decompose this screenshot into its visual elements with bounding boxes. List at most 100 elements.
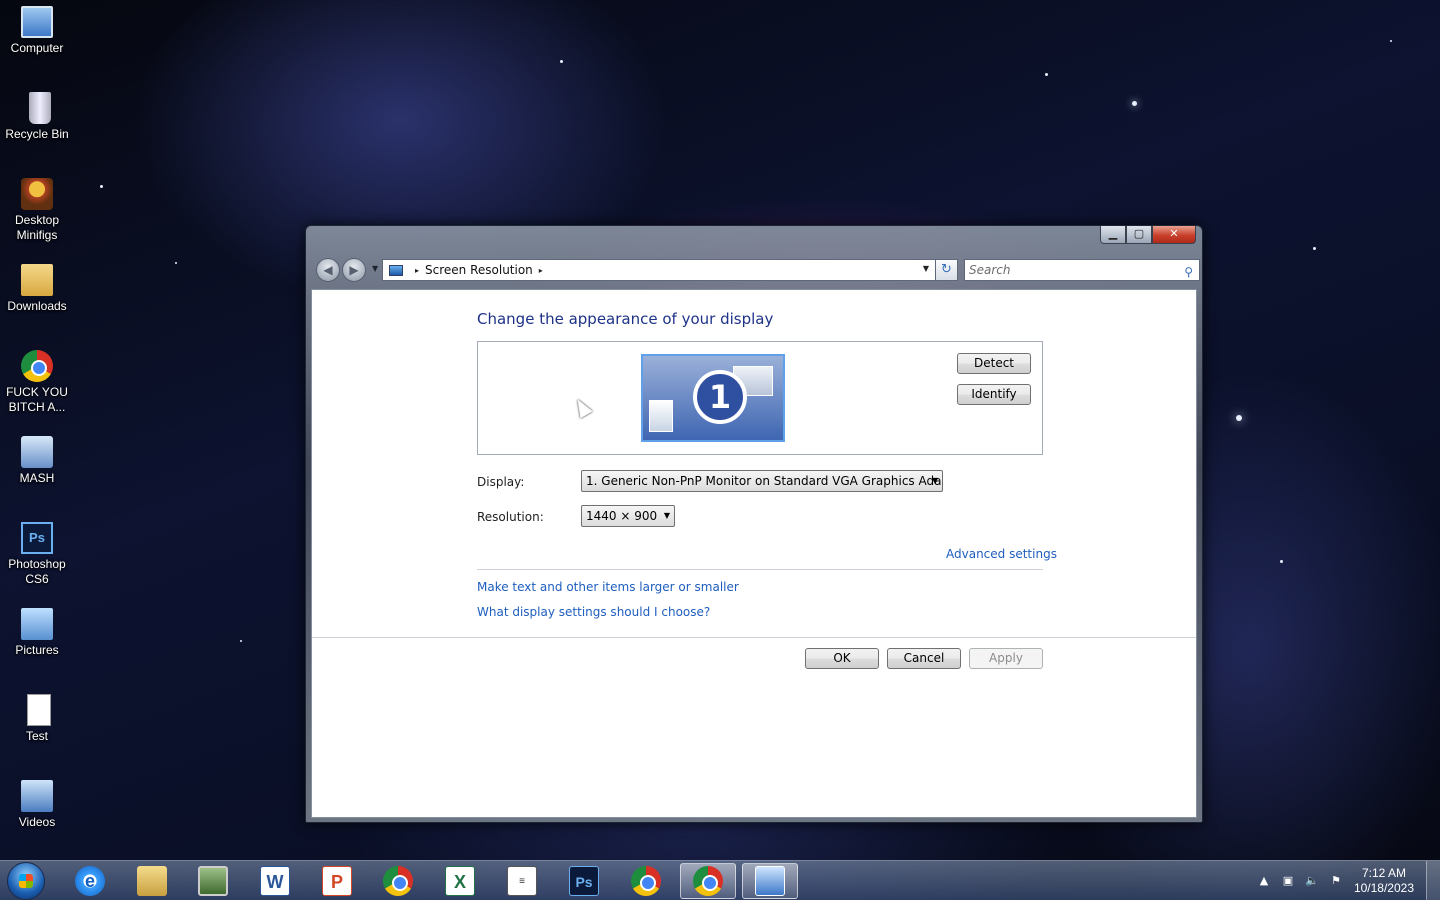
apply-button[interactable]: Apply xyxy=(969,648,1043,669)
maximize-button[interactable]: ▢ xyxy=(1126,226,1152,244)
navigation-bar: ◀ ▶ ▼ ▸ Screen Resolution ▸ ▼ ↻ Search ⚲ xyxy=(314,256,1200,284)
breadcrumb-separator-icon[interactable]: ▸ xyxy=(415,266,419,275)
forward-button[interactable]: ▶ xyxy=(342,258,366,282)
breadcrumb-separator-icon[interactable]: ▸ xyxy=(539,266,543,275)
control-panel-icon xyxy=(755,866,785,896)
search-placeholder: Search xyxy=(969,263,1011,277)
desktop-icon-mash[interactable]: MASH xyxy=(2,436,72,486)
photoshop-icon: Ps xyxy=(21,522,53,554)
taskbar-windows-explorer[interactable] xyxy=(124,863,180,899)
volume-muted-icon[interactable]: 🔈 xyxy=(1303,873,1321,889)
desktop-icon-label: Recycle Bin xyxy=(5,127,69,141)
minimize-button[interactable]: ▁ xyxy=(1100,226,1126,244)
start-button[interactable] xyxy=(7,862,45,900)
recent-pages-dropdown[interactable]: ▼ xyxy=(372,264,378,273)
taskbar-notepad[interactable]: ≡ xyxy=(494,863,550,899)
desktop-icon-label: Pictures xyxy=(15,643,59,657)
caption-buttons: ▁ ▢ ✕ xyxy=(1100,226,1196,244)
excel-icon: X xyxy=(445,866,475,896)
search-input[interactable]: Search ⚲ xyxy=(964,259,1200,281)
page-title: Change the appearance of your display xyxy=(477,310,774,328)
taskbar-word[interactable]: W xyxy=(247,863,303,899)
desktop-icon-photoshop[interactable]: Ps Photoshop CS6 xyxy=(2,522,72,587)
document-icon xyxy=(27,694,51,726)
cancel-button[interactable]: Cancel xyxy=(887,648,961,669)
taskbar-chrome-3[interactable] xyxy=(680,863,736,899)
taskbar: e W P X ≡ Ps ▲ ▣ 🔈 ⚑ 7:12 AM 10/18/2023 xyxy=(0,860,1440,900)
desktop-icon-label: Desktop Minifigs xyxy=(14,213,60,242)
desktop-icon-label: Computer xyxy=(10,41,64,55)
system-tray: ▲ ▣ 🔈 ⚑ 7:12 AM 10/18/2023 xyxy=(1252,861,1440,900)
advanced-settings-link[interactable]: Advanced settings xyxy=(946,547,1057,561)
minifigs-icon xyxy=(21,178,53,210)
chrome-icon xyxy=(631,866,661,896)
taskbar-chrome[interactable] xyxy=(370,863,426,899)
desktop-icon-label: FUCK YOU BITCH A... xyxy=(6,385,68,414)
refresh-button[interactable]: ↻ xyxy=(936,259,958,281)
star xyxy=(1313,247,1316,250)
computer-icon xyxy=(21,6,53,38)
monitor-1-icon[interactable]: 1 xyxy=(641,354,785,442)
taskbar-chrome-2[interactable] xyxy=(618,863,674,899)
downloads-folder-icon xyxy=(21,264,53,296)
detect-button[interactable]: Detect xyxy=(957,353,1031,374)
desktop-icon-minifigs[interactable]: Desktop Minifigs xyxy=(2,178,72,243)
divider xyxy=(477,569,1043,570)
action-center-flag-icon[interactable]: ⚑ xyxy=(1327,873,1345,889)
taskbar-excel[interactable]: X xyxy=(432,863,488,899)
display-select-value: 1. Generic Non-PnP Monitor on Standard V… xyxy=(586,474,943,488)
word-icon: W xyxy=(260,866,290,896)
desktop-icon-pictures[interactable]: Pictures xyxy=(2,608,72,658)
desktop-icon-label: Downloads xyxy=(7,299,67,313)
taskbar-control-panel[interactable] xyxy=(742,863,798,899)
star xyxy=(1045,73,1048,76)
desktop-icon-videos[interactable]: Videos xyxy=(2,780,72,830)
back-button[interactable]: ◀ xyxy=(316,258,340,282)
desktop-icon-label: Videos xyxy=(18,815,56,829)
breadcrumb-screen-resolution[interactable]: Screen Resolution xyxy=(425,263,533,277)
pictures-folder-icon xyxy=(21,608,53,640)
display-label: Display: xyxy=(477,475,525,489)
network-icon[interactable]: ▣ xyxy=(1279,873,1297,889)
resolution-select[interactable]: 1440 × 900 ▼ xyxy=(581,505,675,527)
desktop-icon-chrome-shortcut[interactable]: FUCK YOU BITCH A... xyxy=(2,350,72,415)
taskbar-photoshop[interactable]: Ps xyxy=(556,863,612,899)
videos-folder-icon xyxy=(21,780,53,812)
address-dropdown-icon[interactable]: ▼ xyxy=(923,264,929,273)
address-bar[interactable]: ▸ Screen Resolution ▸ ▼ xyxy=(382,259,936,281)
chrome-shortcut-icon xyxy=(21,350,53,382)
chevron-down-icon: ▼ xyxy=(663,511,670,520)
star xyxy=(560,60,563,63)
folder-icon xyxy=(137,866,167,896)
recycle-bin-icon xyxy=(28,92,51,124)
display-settings-help-link[interactable]: What display settings should I choose? xyxy=(477,605,710,619)
desktop-icon-label: Photoshop CS6 xyxy=(8,557,66,586)
star xyxy=(1132,101,1137,106)
divider xyxy=(312,637,1196,638)
clock[interactable]: 7:12 AM 10/18/2023 xyxy=(1354,866,1414,896)
desktop-icon-computer[interactable]: Computer xyxy=(2,6,72,56)
taskbar-powerpoint[interactable]: P xyxy=(309,863,365,899)
star xyxy=(100,185,103,188)
window-content: Change the appearance of your display 1 … xyxy=(311,289,1197,818)
text-size-link[interactable]: Make text and other items larger or smal… xyxy=(477,580,739,594)
show-hidden-icons-button[interactable]: ▲ xyxy=(1255,873,1273,889)
ok-button[interactable]: OK xyxy=(805,648,879,669)
monitor-number: 1 xyxy=(693,370,747,424)
monitor-window-graphic xyxy=(649,400,673,432)
search-icon[interactable]: ⚲ xyxy=(1184,262,1193,282)
chrome-icon xyxy=(383,866,413,896)
taskbar-system-monitor[interactable] xyxy=(185,863,241,899)
desktop-icon-downloads[interactable]: Downloads xyxy=(2,264,72,314)
identify-button[interactable]: Identify xyxy=(957,384,1031,405)
desktop-icon-test[interactable]: Test xyxy=(2,694,72,744)
monitor-icon xyxy=(198,866,228,896)
desktop-icon-recycle-bin[interactable]: Recycle Bin xyxy=(2,92,72,142)
star xyxy=(1236,415,1242,421)
show-desktop-button[interactable] xyxy=(1426,861,1440,900)
taskbar-internet-explorer[interactable]: e xyxy=(62,863,118,899)
close-button[interactable]: ✕ xyxy=(1152,226,1196,244)
display-select[interactable]: 1. Generic Non-PnP Monitor on Standard V… xyxy=(581,470,943,492)
desktop-icon-label: Test xyxy=(25,729,48,743)
resolution-select-value: 1440 × 900 xyxy=(586,509,658,523)
